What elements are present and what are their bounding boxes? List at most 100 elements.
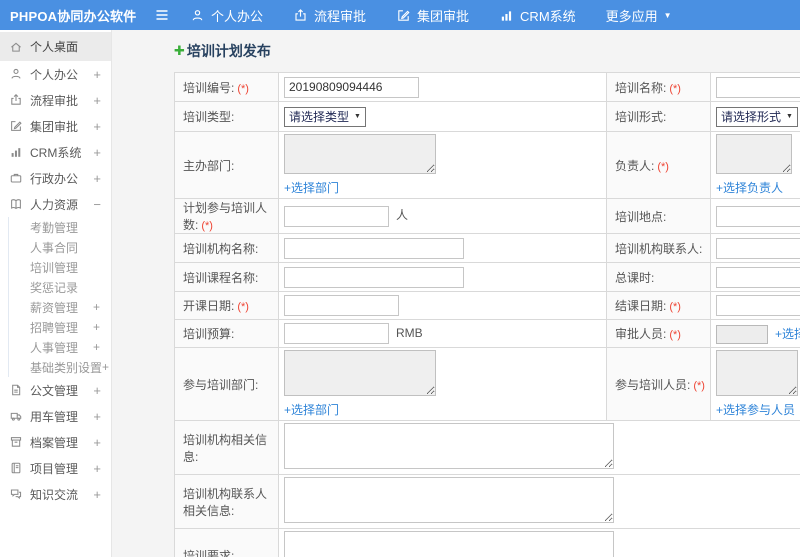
nav-item-group-approval[interactable]: 集团审批 xyxy=(396,6,469,25)
select-approver-link[interactable]: +选择审批人员 xyxy=(775,325,800,342)
org-contact-input[interactable] xyxy=(716,237,800,259)
select-dept-link[interactable]: +选择部门 xyxy=(284,179,339,196)
approver-label: 审批人员: (*) xyxy=(606,319,711,348)
nav-item-workflow-approval[interactable]: 流程审批 xyxy=(293,6,366,25)
bar-chart-icon xyxy=(11,148,21,157)
start-date-input[interactable] xyxy=(284,295,399,316)
sidebar-subitem-recruitment[interactable]: 招聘管理 + xyxy=(9,317,111,337)
join-person-textarea[interactable] xyxy=(716,350,798,396)
end-date-label: 结课日期: (*) xyxy=(606,291,711,320)
nav-item-more-apps[interactable]: 更多应用 ▼ xyxy=(606,6,672,25)
expand-icon[interactable]: + xyxy=(93,146,101,159)
main-content: ✚ 培训计划发布 培训编号:(*) 培训名称:(*) 培训类型: 请选择类型▼ … xyxy=(112,30,800,557)
org-info-textarea[interactable] xyxy=(284,423,614,469)
document-icon xyxy=(12,384,21,396)
sidebar-item-desktop[interactable]: 个人桌面 xyxy=(0,32,111,61)
leader-label: 负责人: (*) xyxy=(606,131,711,199)
topbar: PHPOA协同办公软件 个人办公 流程审批 集团审批 CRM系统 更多应用 ▼ xyxy=(0,0,800,30)
sidebar-subitem-hr-contract[interactable]: 人事合同 xyxy=(9,237,111,257)
expand-icon[interactable]: + xyxy=(93,488,101,501)
collapse-icon[interactable]: − xyxy=(93,198,101,211)
requirement-textarea[interactable] xyxy=(284,531,614,557)
sidebar-item-admin-office[interactable]: 行政办公 + xyxy=(0,165,111,191)
sidebar-subitem-base-category[interactable]: 基础类别设置 + xyxy=(9,357,111,377)
sidebar-subitem-training[interactable]: 培训管理 xyxy=(9,257,111,277)
sidebar-subitem-reward-punishment[interactable]: 奖惩记录 xyxy=(9,277,111,297)
sidebar-item-knowledge-exchange[interactable]: 知识交流 + xyxy=(0,481,111,507)
join-dept-textarea[interactable] xyxy=(284,350,436,396)
expand-icon[interactable]: + xyxy=(93,321,100,333)
caret-down-icon: ▼ xyxy=(663,10,672,20)
home-icon xyxy=(10,42,22,52)
org-name-input[interactable] xyxy=(284,237,464,259)
sidebar-item-personal-office[interactable]: 个人办公 + xyxy=(0,61,111,87)
form-row-org-contact-info: 培训机构联系人相关信息: xyxy=(174,474,800,529)
sidebar-item-workflow-approval[interactable]: 流程审批 + xyxy=(0,87,111,113)
expand-icon[interactable]: + xyxy=(93,120,101,133)
host-dept-textarea[interactable] xyxy=(284,134,436,174)
sidebar-item-label: 个人办公 xyxy=(30,67,79,82)
caret-down-icon: ▼ xyxy=(354,113,361,120)
name-input[interactable] xyxy=(716,76,800,98)
expand-icon[interactable]: + xyxy=(93,462,101,475)
planned-count-label: 计划参与培训人数: (*) xyxy=(174,198,279,234)
training-type-select[interactable]: 请选择类型 ▼ xyxy=(284,106,366,127)
sidebar-item-label: 个人桌面 xyxy=(30,40,79,54)
briefcase-icon xyxy=(10,173,22,183)
code-label: 培训编号: (*) xyxy=(174,72,279,102)
location-input[interactable] xyxy=(716,205,800,227)
expand-icon[interactable]: + xyxy=(93,68,101,81)
expand-icon[interactable]: + xyxy=(93,384,101,397)
expand-icon[interactable]: + xyxy=(93,341,100,353)
expand-icon[interactable]: + xyxy=(93,301,100,313)
sidebar-subitem-attendance[interactable]: 考勤管理 xyxy=(9,217,111,237)
course-name-input[interactable] xyxy=(284,266,464,288)
sidebar-item-project-mgmt[interactable]: 项目管理 + xyxy=(0,455,111,481)
sidebar-item-label: 集团审批 xyxy=(30,119,79,134)
training-mode-select[interactable]: 请选择形式 ▼ xyxy=(716,106,798,127)
expand-icon[interactable]: + xyxy=(102,361,109,373)
course-name-label: 培训课程名称: xyxy=(174,262,279,292)
planned-count-input[interactable] xyxy=(284,205,389,227)
form-row-dates: 开课日期: (*) 结课日期: (*) xyxy=(174,291,800,320)
approver-input[interactable] xyxy=(716,325,768,345)
leader-textarea[interactable] xyxy=(716,134,792,174)
sidebar-item-document-mgmt[interactable]: 公文管理 + xyxy=(0,377,111,403)
org-contact-info-textarea[interactable] xyxy=(284,477,614,523)
org-info-label: 培训机构相关信息: xyxy=(174,420,279,475)
sidebar-item-label: 行政办公 xyxy=(30,171,79,186)
sidebar-item-archive-mgmt[interactable]: 档案管理 + xyxy=(0,429,111,455)
expand-icon[interactable]: + xyxy=(93,410,101,423)
expand-icon[interactable]: + xyxy=(93,436,101,449)
book-icon xyxy=(11,199,21,209)
select-join-dept-link[interactable]: +选择部门 xyxy=(284,401,339,418)
sidebar-item-hr[interactable]: 人力资源 − xyxy=(0,191,111,217)
select-join-person-link[interactable]: +选择参与人员 xyxy=(716,401,795,418)
sidebar-subitem-salary[interactable]: 薪资管理 + xyxy=(9,297,111,317)
expand-icon[interactable]: + xyxy=(93,94,101,107)
nav-item-personal-office[interactable]: 个人办公 xyxy=(190,6,263,25)
sidebar-item-vehicle-mgmt[interactable]: 用车管理 + xyxy=(0,403,111,429)
form-row-course-hours: 培训课程名称: 总课时: xyxy=(174,262,800,292)
hamburger-menu-icon[interactable] xyxy=(154,7,174,23)
sidebar-item-crm-system[interactable]: CRM系统 + xyxy=(0,139,111,165)
sidebar-item-label: 人力资源 xyxy=(30,197,79,212)
nav-item-crm-system[interactable]: CRM系统 xyxy=(499,6,576,25)
select-leader-link[interactable]: +选择负责人 xyxy=(716,179,783,196)
total-hours-label: 总课时: xyxy=(606,262,711,292)
sidebar-subitem-personnel[interactable]: 人事管理 + xyxy=(9,337,111,357)
user-icon xyxy=(11,68,21,79)
nav-label: 流程审批 xyxy=(314,8,367,24)
code-input[interactable] xyxy=(284,76,419,98)
plus-icon: ✚ xyxy=(174,43,185,58)
sidebar-item-group-approval[interactable]: 集团审批 + xyxy=(0,113,111,139)
page-title-text: 培训计划发布 xyxy=(186,43,271,59)
sidebar-subitem-label: 奖惩记录 xyxy=(30,280,79,295)
budget-input[interactable] xyxy=(284,323,389,344)
org-name-label: 培训机构名称: xyxy=(174,233,279,263)
required-marker: (*) xyxy=(669,301,681,313)
expand-icon[interactable]: + xyxy=(93,172,101,185)
total-hours-input[interactable] xyxy=(716,266,800,288)
end-date-input[interactable] xyxy=(716,295,800,316)
page-title: ✚ 培训计划发布 xyxy=(174,41,800,61)
